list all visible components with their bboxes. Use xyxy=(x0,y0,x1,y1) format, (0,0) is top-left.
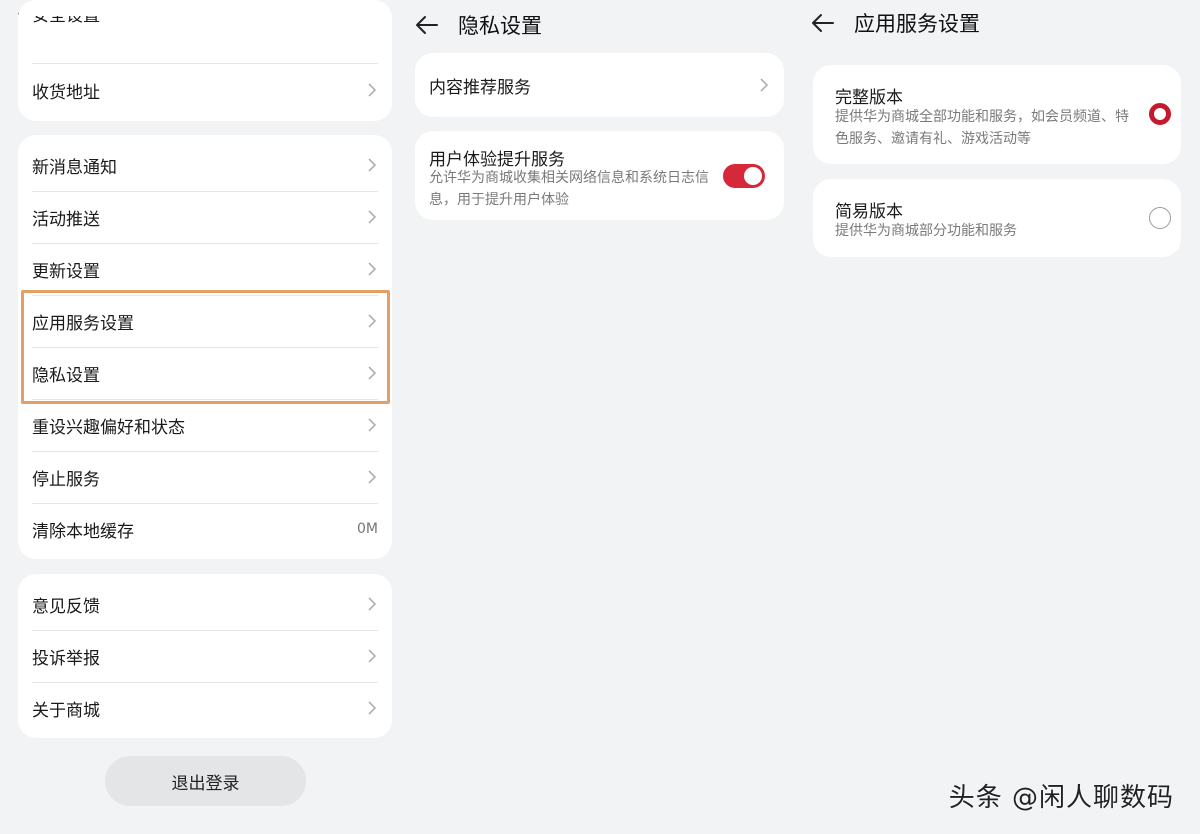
chevron-right-icon xyxy=(760,78,769,92)
row-label: 活动推送 xyxy=(32,209,100,230)
full-version-title: 完整版本 xyxy=(835,88,903,108)
simple-version-description: 提供华为商城部分功能和服务 xyxy=(835,223,1017,239)
simple-version-title: 简易版本 xyxy=(835,202,903,222)
chevron-right-icon xyxy=(368,262,377,276)
logout-button[interactable]: 退出登录 xyxy=(105,756,306,806)
row-label: 停止服务 xyxy=(32,469,100,490)
chevron-right-icon xyxy=(368,210,377,224)
back-arrow-icon[interactable] xyxy=(414,12,440,38)
settings-row-clear-cache[interactable]: 清除本地缓存 0M xyxy=(32,503,378,555)
row-label: 新消息通知 xyxy=(32,157,117,178)
full-version-radio[interactable] xyxy=(1149,103,1171,125)
back-arrow-icon[interactable] xyxy=(810,10,836,36)
settings-row-update[interactable]: 更新设置 xyxy=(32,243,378,295)
ux-description: 允许华为商城收集相关网络信息和系统日志信息，用于提升用户体验 xyxy=(429,170,709,208)
page-title: 应用服务设置 xyxy=(854,12,980,36)
row-label: 收货地址 xyxy=(32,82,100,103)
chevron-right-icon xyxy=(368,83,377,97)
settings-panel: 设置 安全设置 收货地址 新消息通知 活动推送 更新设置 应用服务设置 xyxy=(0,0,400,834)
settings-row-notify[interactable]: 新消息通知 xyxy=(32,139,378,191)
row-label: 清除本地缓存 xyxy=(32,521,134,542)
ux-toggle[interactable] xyxy=(723,164,765,188)
chevron-right-icon xyxy=(368,470,377,484)
row-label: 内容推荐服务 xyxy=(429,77,531,98)
app-service-panel: 应用服务设置 完整版本 提供华为商城全部功能和服务，如会员频道、特色服务、邀请有… xyxy=(800,0,1200,834)
chevron-right-icon xyxy=(368,701,377,715)
row-label: 更新设置 xyxy=(32,261,100,282)
cache-size: 0M xyxy=(357,521,378,537)
settings-row-partial[interactable]: 安全设置 xyxy=(32,16,378,38)
chevron-right-icon xyxy=(368,649,377,663)
full-version-option[interactable]: 完整版本 提供华为商城全部功能和服务，如会员频道、特色服务、邀请有礼、游戏活动等 xyxy=(813,65,1181,164)
row-label: 投诉举报 xyxy=(32,648,100,669)
row-label: 安全设置 xyxy=(32,5,100,26)
full-version-description: 提供华为商城全部功能和服务，如会员频道、特色服务、邀请有礼、游戏活动等 xyxy=(835,109,1129,147)
privacy-card-ux: 用户体验提升服务 允许华为商城收集相关网络信息和系统日志信息，用于提升用户体验 xyxy=(415,131,784,220)
row-label: 意见反馈 xyxy=(32,596,100,617)
toggle-knob xyxy=(744,167,762,185)
settings-row-promo[interactable]: 活动推送 xyxy=(32,191,378,243)
privacy-panel: 隐私设置 内容推荐服务 用户体验提升服务 允许华为商城收集相关网络信息和系统日志… xyxy=(400,0,800,834)
settings-row-feedback[interactable]: 意见反馈 xyxy=(32,578,378,630)
settings-card-feedback: 意见反馈 投诉举报 关于商城 xyxy=(18,574,392,738)
simple-version-radio[interactable] xyxy=(1149,207,1171,229)
row-label: 关于商城 xyxy=(32,700,100,721)
row-label: 重设兴趣偏好和状态 xyxy=(32,417,185,438)
privacy-header: 隐私设置 xyxy=(414,3,542,47)
chevron-right-icon xyxy=(368,597,377,611)
page-title: 隐私设置 xyxy=(458,14,542,38)
watermark: 头条 @闲人聊数码 xyxy=(948,783,1174,813)
chevron-right-icon xyxy=(368,158,377,172)
settings-row-about[interactable]: 关于商城 xyxy=(32,682,378,734)
chevron-right-icon xyxy=(368,418,377,432)
settings-row-report[interactable]: 投诉举报 xyxy=(32,630,378,682)
simple-version-option[interactable]: 简易版本 提供华为商城部分功能和服务 xyxy=(813,179,1181,257)
settings-row-reset-interest[interactable]: 重设兴趣偏好和状态 xyxy=(32,399,378,451)
settings-row-stop-service[interactable]: 停止服务 xyxy=(32,451,378,503)
app-service-header: 应用服务设置 xyxy=(810,1,980,45)
settings-card-address: 安全设置 收货地址 xyxy=(18,0,392,121)
settings-row-address[interactable]: 收货地址 xyxy=(32,64,378,116)
privacy-row-content-recommend[interactable]: 内容推荐服务 xyxy=(429,59,770,111)
privacy-card-recommend: 内容推荐服务 xyxy=(415,53,784,117)
highlight-box xyxy=(21,290,390,404)
